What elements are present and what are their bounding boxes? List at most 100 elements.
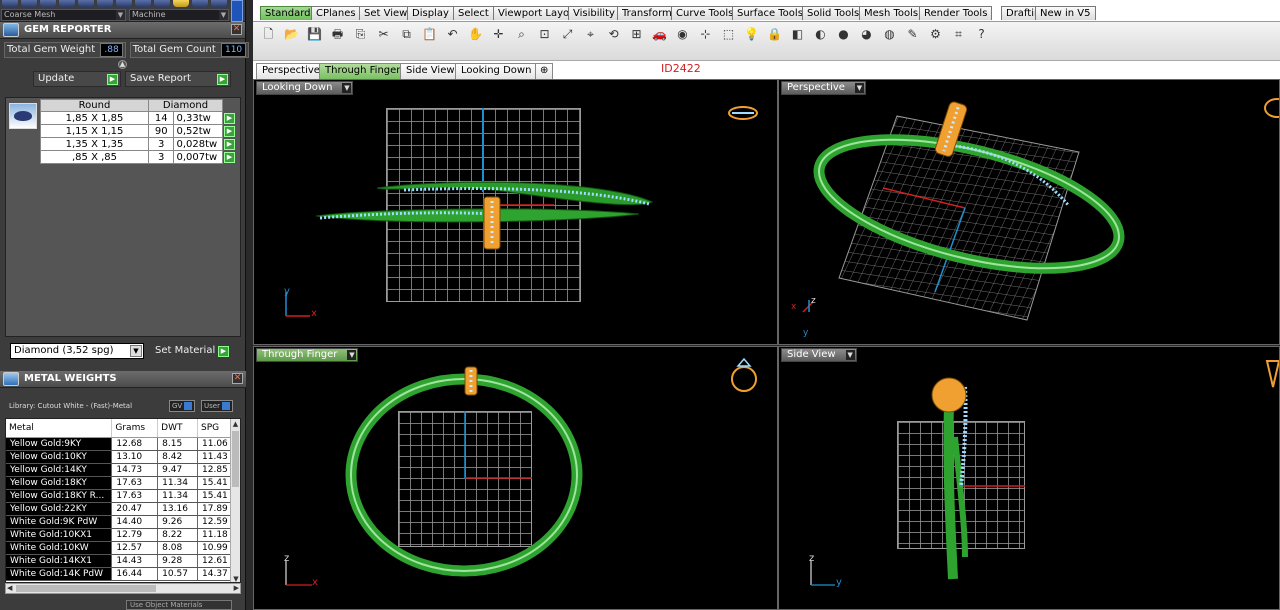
viewport-through-finger[interactable]: z x Through Finger ▼ [253, 346, 778, 610]
tab-mesh-tools[interactable]: Mesh Tools [859, 6, 924, 20]
toolbar-icon[interactable] [2, 0, 18, 7]
color-wheel-icon[interactable]: ◐ [812, 26, 829, 43]
rotate-icon[interactable]: ⟲ [605, 26, 622, 43]
tab-through-finger[interactable]: Through Finger [319, 63, 407, 79]
tab-display[interactable]: Display [407, 6, 454, 20]
metal-row[interactable]: Yellow Gold:14KY 14.73 9.47 12.85 [6, 463, 232, 477]
gv-button[interactable]: GV [169, 400, 196, 412]
snap-icon[interactable]: ⌗ [950, 26, 967, 43]
col-grams[interactable]: Grams [111, 419, 159, 438]
metal-row[interactable]: White Gold:14K PdW 16.44 10.57 14.37 [6, 567, 232, 581]
gem-row[interactable]: 1,85 X 1,85 14 0,33tw ▶ [40, 111, 236, 125]
viewport-looking-down[interactable]: y x Looking Down ▼ [253, 79, 778, 345]
tab-render-tools[interactable]: Render Tools [919, 6, 993, 20]
grid-snap-icon[interactable]: ⊹ [697, 26, 714, 43]
material-select[interactable]: Diamond (3,52 spg) ▼ [10, 343, 144, 359]
zoom-window-icon[interactable]: ⊡ [536, 26, 553, 43]
round-diamond-icon[interactable] [9, 103, 37, 129]
sphere-icon[interactable]: ● [835, 26, 852, 43]
paste-icon[interactable]: 📋 [421, 26, 438, 43]
gem-row[interactable]: ,85 X ,85 3 0,007tw ▶ [40, 150, 236, 164]
tab-perspective[interactable]: Perspective [256, 63, 326, 79]
toolbar-icon[interactable] [59, 0, 75, 7]
metal-row[interactable]: Yellow Gold:10KY 13.10 8.42 11.43 [6, 450, 232, 464]
toolbar-icon[interactable] [40, 0, 56, 7]
select-gems-button[interactable]: ▶ [224, 138, 235, 150]
tab-select[interactable]: Select [453, 6, 494, 20]
col-metal[interactable]: Metal [6, 419, 113, 438]
toolbar-icon[interactable] [192, 0, 208, 7]
metal-row[interactable]: White Gold:14KX1 14.43 9.28 12.61 [6, 554, 232, 568]
add-viewport-icon[interactable]: ⊕ [535, 63, 554, 79]
toolbar-icon[interactable] [135, 0, 151, 7]
close-icon[interactable]: ✕ [231, 24, 242, 35]
tab-transform[interactable]: Transform [617, 6, 677, 20]
toolbar-icon[interactable] [211, 0, 227, 7]
select-gems-button[interactable]: ▶ [224, 112, 235, 124]
viewport-title-through-finger[interactable]: Through Finger ▼ [256, 348, 359, 362]
tab-side-view[interactable]: Side View [400, 63, 461, 79]
viewport-title-perspective[interactable]: Perspective ▼ [781, 81, 866, 95]
tab-cplanes[interactable]: CPlanes [311, 6, 361, 20]
layer-icon[interactable]: ◧ [789, 26, 806, 43]
metal-row[interactable]: Yellow Gold:18KY R... 17.63 11.34 15.41 [6, 489, 232, 503]
tab-set-view[interactable]: Set View [359, 6, 413, 20]
metal-row[interactable]: White Gold:9K PdW 14.40 9.26 12.59 [6, 515, 232, 529]
use-object-materials-button[interactable]: Use Object Materials [126, 600, 232, 610]
col-spg[interactable]: SPG [197, 419, 232, 438]
toolbar-icon[interactable] [78, 0, 94, 7]
chevron-down-icon[interactable]: ▼ [231, 574, 240, 582]
zoom-icon[interactable]: ⌕ [513, 26, 530, 43]
print-icon[interactable]: 🖶 [329, 26, 346, 43]
chevron-down-icon[interactable]: ▼ [845, 350, 855, 360]
chevron-down-icon[interactable]: ▼ [342, 83, 352, 93]
scroll-indicator[interactable] [231, 0, 243, 22]
gem-row[interactable]: 1,15 X 1,15 90 0,52tw ▶ [40, 124, 236, 138]
open-icon[interactable]: 📂 [283, 26, 300, 43]
cut-icon[interactable]: ✂ [375, 26, 392, 43]
toolbar-icon[interactable] [173, 0, 189, 7]
zoom-selected-icon[interactable]: ⌖ [582, 26, 599, 43]
scroll-thumb[interactable] [232, 431, 239, 487]
copy-icon[interactable]: ⧉ [398, 26, 415, 43]
viewport-title-looking-down[interactable]: Looking Down ▼ [256, 81, 354, 95]
tab-looking-down[interactable]: Looking Down [455, 63, 538, 79]
toolbar-icon[interactable] [154, 0, 170, 7]
gem-row[interactable]: 1,35 X 1,35 3 0,028tw ▶ [40, 137, 236, 151]
light-icon[interactable]: 💡 [743, 26, 760, 43]
tab-new-in-v5[interactable]: New in V5 [1035, 6, 1096, 20]
new-icon[interactable]: 🗋 [260, 26, 277, 43]
machine-select[interactable]: Machine ▼ [129, 9, 229, 21]
chevron-up-icon[interactable]: ▲ [118, 60, 127, 69]
tab-surface-tools[interactable]: Surface Tools [732, 6, 808, 20]
shaded-icon[interactable]: ◍ [881, 26, 898, 43]
update-button[interactable]: Update ▶ [33, 71, 121, 87]
pan-icon[interactable]: ✋ [467, 26, 484, 43]
tab-curve-tools[interactable]: Curve Tools [671, 6, 739, 20]
move-icon[interactable]: ✛ [490, 26, 507, 43]
select-icon[interactable]: ⬚ [720, 26, 737, 43]
camera-icon[interactable]: ◉ [674, 26, 691, 43]
tab-standard[interactable]: Standard [260, 6, 316, 20]
metal-row[interactable]: White Gold:10KW 12.57 8.08 10.99 [6, 541, 232, 555]
set-material-button[interactable]: Set Material ▶ [150, 343, 232, 359]
select-gems-button[interactable]: ▶ [224, 125, 235, 137]
metal-row[interactable]: Yellow Gold:18KY 17.63 11.34 15.41 [6, 476, 232, 490]
toolbar-icon[interactable] [97, 0, 113, 7]
zoom-extents-icon[interactable]: ⤢ [559, 26, 576, 43]
help-icon[interactable]: ? [973, 26, 990, 43]
save-report-button[interactable]: Save Report ▶ [125, 71, 231, 87]
lock-icon[interactable]: 🔒 [766, 26, 783, 43]
metal-row[interactable]: White Gold:10KX1 12.79 8.22 11.18 [6, 528, 232, 542]
viewport-side-view[interactable]: z y Side View ▼ [778, 346, 1280, 610]
metal-row[interactable]: Yellow Gold:22KY 20.47 13.16 17.89 [6, 502, 232, 516]
horizontal-scrollbar[interactable]: ◀ ▶ [5, 583, 241, 594]
car-icon[interactable]: 🚗 [651, 26, 668, 43]
four-view-icon[interactable]: ⊞ [628, 26, 645, 43]
pencil-icon[interactable]: ✎ [904, 26, 921, 43]
chevron-right-icon[interactable]: ▶ [234, 584, 239, 593]
viewport-perspective[interactable]: z x y Perspective ▼ [778, 79, 1280, 345]
collapse-toggle[interactable]: ▲ [0, 58, 245, 70]
tab-solid-tools[interactable]: Solid Tools [802, 6, 865, 20]
scroll-thumb[interactable] [16, 585, 156, 592]
